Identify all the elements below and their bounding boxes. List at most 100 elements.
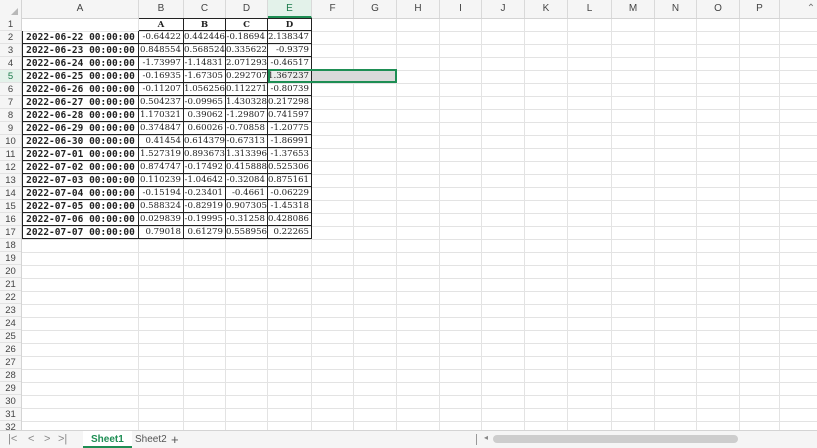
value-cell[interactable]: 2.138347 [268,31,312,44]
value-cell[interactable]: -1.86991 [268,135,312,148]
value-cell[interactable]: 0.588324 [139,200,184,213]
value-cell[interactable]: -0.11207 [139,83,184,96]
date-cell[interactable]: 2022-06-24 00:00:00 [22,57,139,70]
value-cell[interactable]: 0.22265 [268,226,312,239]
value-cell[interactable]: 0.907305 [226,200,268,213]
row-header-29[interactable]: 29 [0,382,21,395]
value-cell[interactable]: 0.029839 [139,213,184,226]
value-cell[interactable]: 0.741597 [268,109,312,122]
value-cell[interactable]: 0.374847 [139,122,184,135]
next-sheet-button[interactable]: > [44,431,50,448]
table-header-cell[interactable]: B [184,18,226,31]
value-cell[interactable]: 0.568524 [184,44,226,57]
date-cell[interactable]: 2022-06-26 00:00:00 [22,83,139,96]
value-cell[interactable]: -1.45318 [268,200,312,213]
value-cell[interactable]: 0.60026 [184,122,226,135]
value-cell[interactable]: -0.46517 [268,57,312,70]
first-sheet-button[interactable]: |< [8,431,17,448]
value-cell[interactable]: 0.61279 [184,226,226,239]
scroll-up-icon[interactable]: ⌃ [805,0,817,18]
column-header-o[interactable]: O [697,0,740,18]
value-cell[interactable]: -1.67305 [184,70,226,83]
row-header-15[interactable]: 15 [0,200,21,213]
value-cell[interactable]: 2.071293 [226,57,268,70]
value-cell[interactable]: 0.893673 [184,148,226,161]
value-cell[interactable]: 0.525306 [268,161,312,174]
row-header-10[interactable]: 10 [0,135,21,148]
column-header-c[interactable]: C [184,0,226,18]
value-cell[interactable]: 0.558956 [226,226,268,239]
value-cell[interactable]: 0.614379 [184,135,226,148]
value-cell[interactable]: 0.41454 [139,135,184,148]
row-header-14[interactable]: 14 [0,187,21,200]
column-header-i[interactable]: I [440,0,482,18]
value-cell[interactable]: -0.70858 [226,122,268,135]
date-cell[interactable]: 2022-07-01 00:00:00 [22,148,139,161]
value-cell[interactable]: 0.110239 [139,174,184,187]
value-cell[interactable]: 0.428086 [268,213,312,226]
row-header-24[interactable]: 24 [0,317,21,330]
value-cell[interactable]: 0.415888 [226,161,268,174]
row-header-7[interactable]: 7 [0,96,21,109]
column-header-n[interactable]: N [655,0,697,18]
row-header-18[interactable]: 18 [0,239,21,252]
value-cell[interactable]: -1.37653 [268,148,312,161]
value-cell[interactable]: -0.09965 [184,96,226,109]
add-sheet-button[interactable]: + [171,431,179,448]
date-cell[interactable]: 2022-06-30 00:00:00 [22,135,139,148]
prev-sheet-button[interactable]: < [28,431,34,448]
table-header-cell[interactable]: A [139,18,184,31]
row-header-20[interactable]: 20 [0,265,21,278]
select-all-corner[interactable] [0,0,22,18]
value-cell[interactable]: 0.217298 [268,96,312,109]
value-cell[interactable]: -0.23401 [184,187,226,200]
value-cell[interactable]: 0.112271 [226,83,268,96]
value-cell[interactable]: 0.292707 [226,70,268,83]
value-cell[interactable]: 0.79018 [139,226,184,239]
tab-sheet1[interactable]: Sheet1 [83,431,132,448]
column-header-f[interactable]: F [312,0,354,18]
value-cell[interactable]: -0.31258 [226,213,268,226]
row-header-9[interactable]: 9 [0,122,21,135]
column-header-b[interactable]: B [139,0,184,18]
date-cell[interactable]: 2022-06-27 00:00:00 [22,96,139,109]
value-cell[interactable]: 1.367237 [268,70,312,83]
value-cell[interactable]: -0.17492 [184,161,226,174]
value-cell[interactable]: -0.9379 [268,44,312,57]
value-cell[interactable]: -1.20775 [268,122,312,135]
value-cell[interactable]: 1.527319 [139,148,184,161]
row-header-17[interactable]: 17 [0,226,21,239]
row-header-21[interactable]: 21 [0,278,21,291]
date-cell[interactable]: 2022-06-28 00:00:00 [22,109,139,122]
date-cell[interactable]: 2022-07-07 00:00:00 [22,226,139,239]
value-cell[interactable]: -0.15194 [139,187,184,200]
row-header-8[interactable]: 8 [0,109,21,122]
value-cell[interactable]: 1.170321 [139,109,184,122]
value-cell[interactable]: 1.430328 [226,96,268,109]
row-header-30[interactable]: 30 [0,395,21,408]
column-header-g[interactable]: G [354,0,397,18]
row-header-13[interactable]: 13 [0,174,21,187]
value-cell[interactable]: -1.14831 [184,57,226,70]
value-cell[interactable]: -0.32084 [226,174,268,187]
row-header-16[interactable]: 16 [0,213,21,226]
row-header-22[interactable]: 22 [0,291,21,304]
value-cell[interactable]: 1.056256 [184,83,226,96]
column-header-d[interactable]: D [226,0,268,18]
row-header-11[interactable]: 11 [0,148,21,161]
last-sheet-button[interactable]: >| [58,431,67,448]
row-header-12[interactable]: 12 [0,161,21,174]
value-cell[interactable]: -0.4661 [226,187,268,200]
value-cell[interactable]: -1.73997 [139,57,184,70]
value-cell[interactable]: 0.504237 [139,96,184,109]
column-header-k[interactable]: K [525,0,568,18]
value-cell[interactable]: 0.874747 [139,161,184,174]
row-header-1[interactable]: 1 [0,18,21,31]
scroll-left-icon[interactable]: ◂ [484,433,488,442]
date-cell[interactable]: 2022-06-22 00:00:00 [22,31,139,44]
date-cell[interactable]: 2022-06-23 00:00:00 [22,44,139,57]
row-header-2[interactable]: 2 [0,31,21,44]
column-header-h[interactable]: H [397,0,440,18]
row-header-25[interactable]: 25 [0,330,21,343]
value-cell[interactable]: -0.67313 [226,135,268,148]
